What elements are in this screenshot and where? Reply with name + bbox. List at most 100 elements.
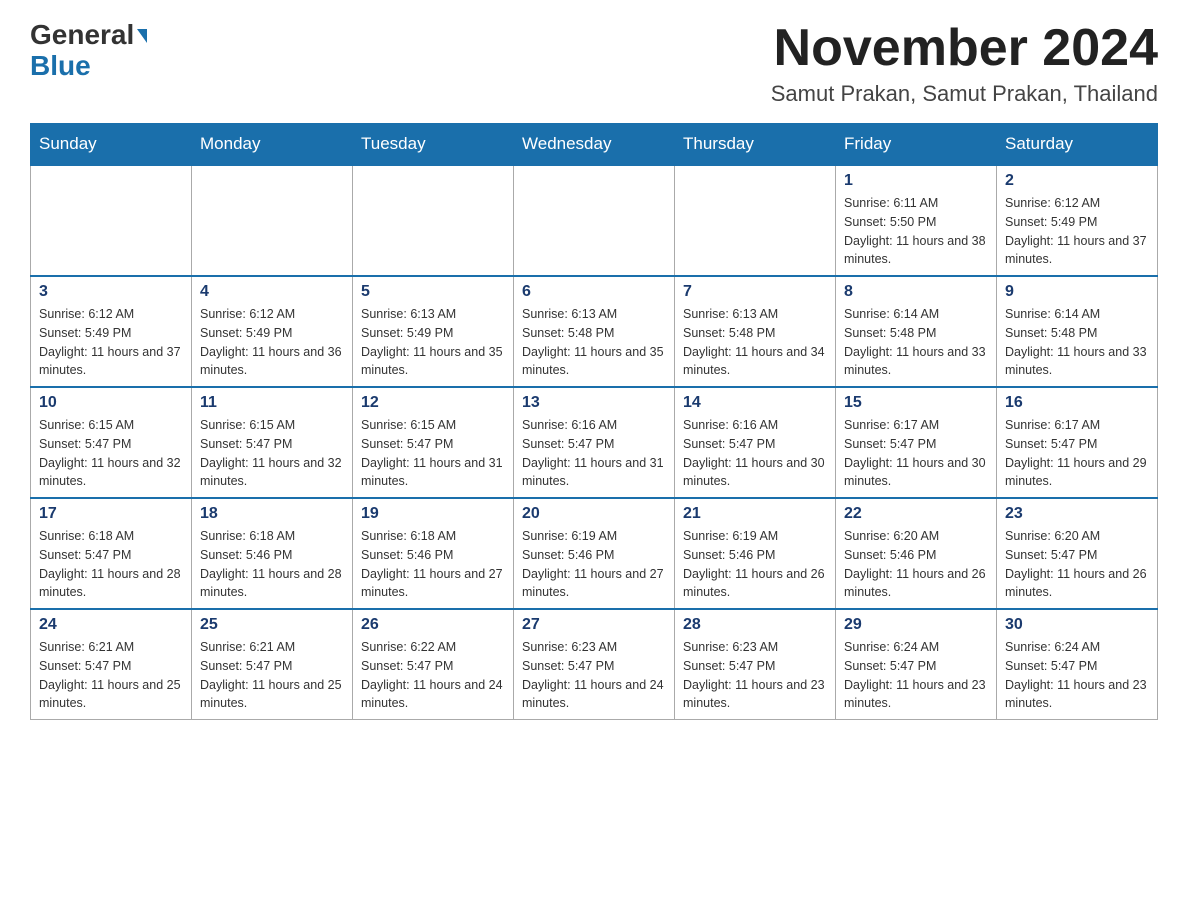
day-info: Sunrise: 6:15 AMSunset: 5:47 PMDaylight:… [39, 416, 183, 491]
day-cell: 1 Sunrise: 6:11 AMSunset: 5:50 PMDaylight… [836, 165, 997, 276]
day-number: 12 [361, 394, 505, 412]
col-thursday: Thursday [675, 124, 836, 166]
logo-general-line: General [30, 20, 147, 51]
day-number: 11 [200, 394, 344, 412]
day-cell [353, 165, 514, 276]
logo: General Blue [30, 20, 147, 82]
week-row-1: 1 Sunrise: 6:11 AMSunset: 5:50 PMDaylight… [31, 165, 1158, 276]
day-number: 25 [200, 616, 344, 634]
header-row: Sunday Monday Tuesday Wednesday Thursday… [31, 124, 1158, 166]
day-info: Sunrise: 6:19 AMSunset: 5:46 PMDaylight:… [522, 527, 666, 602]
day-info: Sunrise: 6:18 AMSunset: 5:47 PMDaylight:… [39, 527, 183, 602]
day-cell [31, 165, 192, 276]
day-number: 15 [844, 394, 988, 412]
day-cell: 18Sunrise: 6:18 AMSunset: 5:46 PMDayligh… [192, 498, 353, 609]
day-cell: 25Sunrise: 6:21 AMSunset: 5:47 PMDayligh… [192, 609, 353, 720]
day-cell: 12 Sunrise: 6:15 AMSunset: 5:47 PMDayligh… [353, 387, 514, 498]
day-cell: 20 Sunrise: 6:19 AMSunset: 5:46 PMDayligh… [514, 498, 675, 609]
col-friday: Friday [836, 124, 997, 166]
day-cell: 29 Sunrise: 6:24 AMSunset: 5:47 PMDayligh… [836, 609, 997, 720]
day-info: Sunrise: 6:11 AMSunset: 5:50 PMDaylight:… [844, 194, 988, 269]
week-row-3: 10 Sunrise: 6:15 AMSunset: 5:47 PMDayligh… [31, 387, 1158, 498]
day-number: 26 [361, 616, 505, 634]
day-info: Sunrise: 6:21 AMSunset: 5:47 PMDaylight:… [39, 638, 183, 713]
day-cell [675, 165, 836, 276]
day-info: Sunrise: 6:24 AMSunset: 5:47 PMDaylight:… [1005, 638, 1149, 713]
day-cell: 14Sunrise: 6:16 AMSunset: 5:47 PMDayligh… [675, 387, 836, 498]
day-cell: 16 Sunrise: 6:17 AMSunset: 5:47 PMDayligh… [997, 387, 1158, 498]
day-info: Sunrise: 6:23 AMSunset: 5:47 PMDaylight:… [522, 638, 666, 713]
day-cell: 11Sunrise: 6:15 AMSunset: 5:47 PMDayligh… [192, 387, 353, 498]
header: General Blue November 2024 Samut Prakan,… [30, 20, 1158, 107]
col-monday: Monday [192, 124, 353, 166]
day-number: 29 [844, 616, 988, 634]
day-info: Sunrise: 6:14 AMSunset: 5:48 PMDaylight:… [844, 305, 988, 380]
day-number: 4 [200, 283, 344, 301]
day-info: Sunrise: 6:13 AMSunset: 5:49 PMDaylight:… [361, 305, 505, 380]
day-info: Sunrise: 6:14 AMSunset: 5:48 PMDaylight:… [1005, 305, 1149, 380]
day-number: 1 [844, 172, 988, 190]
day-info: Sunrise: 6:17 AMSunset: 5:47 PMDaylight:… [1005, 416, 1149, 491]
day-info: Sunrise: 6:19 AMSunset: 5:46 PMDaylight:… [683, 527, 827, 602]
day-cell: 4Sunrise: 6:12 AMSunset: 5:49 PMDaylight… [192, 276, 353, 387]
day-number: 30 [1005, 616, 1149, 634]
day-info: Sunrise: 6:24 AMSunset: 5:47 PMDaylight:… [844, 638, 988, 713]
day-number: 7 [683, 283, 827, 301]
col-sunday: Sunday [31, 124, 192, 166]
day-number: 17 [39, 505, 183, 523]
title-area: November 2024 Samut Prakan, Samut Prakan… [771, 20, 1158, 107]
day-number: 6 [522, 283, 666, 301]
day-number: 2 [1005, 172, 1149, 190]
col-saturday: Saturday [997, 124, 1158, 166]
day-info: Sunrise: 6:17 AMSunset: 5:47 PMDaylight:… [844, 416, 988, 491]
logo-blue-line: Blue [30, 51, 91, 82]
day-number: 14 [683, 394, 827, 412]
day-number: 24 [39, 616, 183, 634]
day-number: 10 [39, 394, 183, 412]
day-info: Sunrise: 6:12 AMSunset: 5:49 PMDaylight:… [1005, 194, 1149, 269]
day-cell: 15 Sunrise: 6:17 AMSunset: 5:47 PMDayligh… [836, 387, 997, 498]
week-row-4: 17 Sunrise: 6:18 AMSunset: 5:47 PMDayligh… [31, 498, 1158, 609]
day-info: Sunrise: 6:18 AMSunset: 5:46 PMDaylight:… [361, 527, 505, 602]
day-cell: 10 Sunrise: 6:15 AMSunset: 5:47 PMDayligh… [31, 387, 192, 498]
day-cell: 24 Sunrise: 6:21 AMSunset: 5:47 PMDayligh… [31, 609, 192, 720]
day-info: Sunrise: 6:23 AMSunset: 5:47 PMDaylight:… [683, 638, 827, 713]
day-cell: 26 Sunrise: 6:22 AMSunset: 5:47 PMDayligh… [353, 609, 514, 720]
day-info: Sunrise: 6:22 AMSunset: 5:47 PMDaylight:… [361, 638, 505, 713]
day-cell: 6 Sunrise: 6:13 AMSunset: 5:48 PMDaylight… [514, 276, 675, 387]
day-cell: 17 Sunrise: 6:18 AMSunset: 5:47 PMDayligh… [31, 498, 192, 609]
day-cell: 7 Sunrise: 6:13 AMSunset: 5:48 PMDaylight… [675, 276, 836, 387]
day-number: 19 [361, 505, 505, 523]
day-cell [514, 165, 675, 276]
week-row-5: 24 Sunrise: 6:21 AMSunset: 5:47 PMDayligh… [31, 609, 1158, 720]
day-info: Sunrise: 6:12 AMSunset: 5:49 PMDaylight:… [39, 305, 183, 380]
day-cell: 19 Sunrise: 6:18 AMSunset: 5:46 PMDayligh… [353, 498, 514, 609]
day-cell: 28 Sunrise: 6:23 AMSunset: 5:47 PMDayligh… [675, 609, 836, 720]
day-cell: 22Sunrise: 6:20 AMSunset: 5:46 PMDayligh… [836, 498, 997, 609]
day-info: Sunrise: 6:13 AMSunset: 5:48 PMDaylight:… [683, 305, 827, 380]
day-info: Sunrise: 6:20 AMSunset: 5:46 PMDaylight:… [844, 527, 988, 602]
day-number: 16 [1005, 394, 1149, 412]
day-info: Sunrise: 6:16 AMSunset: 5:47 PMDaylight:… [522, 416, 666, 491]
day-cell: 8 Sunrise: 6:14 AMSunset: 5:48 PMDaylight… [836, 276, 997, 387]
day-cell: 23 Sunrise: 6:20 AMSunset: 5:47 PMDayligh… [997, 498, 1158, 609]
day-info: Sunrise: 6:20 AMSunset: 5:47 PMDaylight:… [1005, 527, 1149, 602]
day-info: Sunrise: 6:18 AMSunset: 5:46 PMDaylight:… [200, 527, 344, 602]
day-info: Sunrise: 6:13 AMSunset: 5:48 PMDaylight:… [522, 305, 666, 380]
day-number: 28 [683, 616, 827, 634]
day-cell: 21Sunrise: 6:19 AMSunset: 5:46 PMDayligh… [675, 498, 836, 609]
day-number: 23 [1005, 505, 1149, 523]
day-cell: 9 Sunrise: 6:14 AMSunset: 5:48 PMDaylight… [997, 276, 1158, 387]
day-cell: 2 Sunrise: 6:12 AMSunset: 5:49 PMDaylight… [997, 165, 1158, 276]
location-title: Samut Prakan, Samut Prakan, Thailand [771, 81, 1158, 107]
day-cell: 30 Sunrise: 6:24 AMSunset: 5:47 PMDayligh… [997, 609, 1158, 720]
logo-triangle-icon [137, 29, 147, 43]
logo-general-text: General [30, 19, 134, 50]
calendar-table: Sunday Monday Tuesday Wednesday Thursday… [30, 123, 1158, 720]
day-number: 8 [844, 283, 988, 301]
day-info: Sunrise: 6:15 AMSunset: 5:47 PMDaylight:… [361, 416, 505, 491]
day-cell: 5Sunrise: 6:13 AMSunset: 5:49 PMDaylight… [353, 276, 514, 387]
day-number: 9 [1005, 283, 1149, 301]
day-number: 20 [522, 505, 666, 523]
logo-blue-text: Blue [30, 50, 91, 81]
